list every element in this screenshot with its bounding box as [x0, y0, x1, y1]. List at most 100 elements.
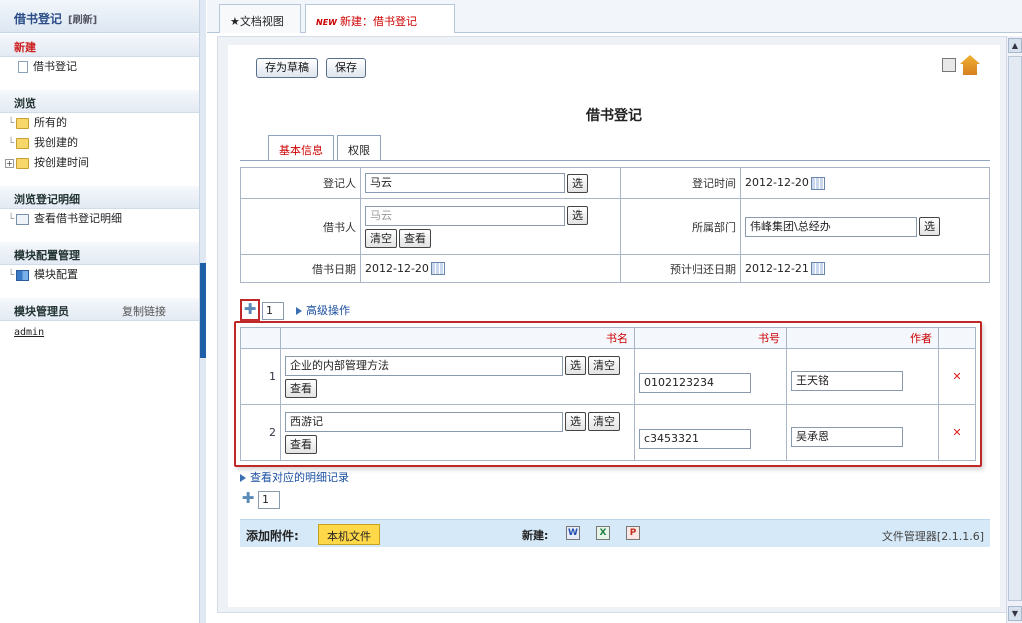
reg-time-label: 登记时间	[620, 167, 741, 199]
excel-icon[interactable]: X	[596, 526, 610, 540]
list-icon	[16, 213, 30, 225]
registrant-input[interactable]: 马云	[365, 173, 565, 193]
title-clear-button[interactable]: 清空	[588, 412, 620, 431]
dept-select-button[interactable]: 选	[919, 217, 940, 236]
section-detail: 浏览登记明细	[0, 185, 199, 209]
sidebar-item-new-borrow[interactable]: 借书登记	[0, 57, 199, 77]
row-count-input[interactable]: 1	[262, 302, 284, 320]
home-icon[interactable]	[960, 55, 980, 75]
top-icons	[938, 55, 980, 75]
advanced-link[interactable]: 高级操作	[306, 304, 350, 317]
word-icon[interactable]: W	[566, 526, 580, 540]
add-icon[interactable]: ✚	[240, 491, 256, 507]
detail-box: 书名 书号 作者 1 企业的内部管理方法选清空 查看 0102123234 王天铭…	[234, 321, 982, 467]
admin-user-link[interactable]: admin	[0, 321, 199, 338]
save-draft-button[interactable]: 存为草稿	[256, 58, 318, 78]
scroll-down-icon[interactable]: ▼	[1008, 606, 1022, 621]
splitter[interactable]	[200, 0, 206, 623]
add-icon: ✚	[243, 300, 257, 318]
return-date-label: 预计归还日期	[620, 254, 741, 283]
title-input[interactable]: 西游记	[285, 411, 563, 432]
calendar-icon[interactable]	[430, 262, 445, 276]
borrower-clear-button[interactable]: 清空	[365, 228, 397, 248]
content-frame: 存为草稿 保存 借书登记 基本信息 权限 登记人 马云选 登记时间 2012-12-…	[217, 36, 1008, 613]
title-view-button[interactable]: 查看	[285, 434, 317, 454]
row-count-input-bottom[interactable]: 1	[258, 491, 280, 509]
delete-icon[interactable]: ✕	[938, 404, 976, 461]
splitter-grip[interactable]	[200, 263, 206, 358]
return-date-value: 2012-12-21	[745, 261, 809, 275]
sidebar-item-mine[interactable]: └ 我创建的	[0, 133, 199, 153]
view-records-row: 查看对应的明细记录	[240, 469, 349, 485]
borrow-date-label: 借书日期	[240, 254, 361, 283]
detail-table: 书名 书号 作者 1 企业的内部管理方法选清空 查看 0102123234 王天铭…	[240, 327, 976, 461]
document-icon	[18, 61, 28, 73]
registrant-label: 登记人	[240, 167, 361, 199]
title-input[interactable]: 企业的内部管理方法	[285, 355, 563, 376]
col-title: 书名	[280, 327, 635, 349]
sidebar-item-all[interactable]: └ 所有的	[0, 113, 199, 133]
tab-new-borrow[interactable]: NEW 新建：借书登记	[305, 4, 455, 33]
sidebar-item-by-time[interactable]: + 按创建时间	[0, 153, 199, 173]
arrow-icon	[240, 474, 246, 482]
title-clear-button[interactable]: 清空	[588, 356, 620, 375]
folder-icon	[16, 117, 30, 129]
tab-doc-view[interactable]: ★文档视图	[219, 4, 301, 33]
add-row-button[interactable]: ✚	[240, 299, 260, 321]
sidebar: 借书登记 [刷新] 新建 借书登记 浏览 └ 所有的 └ 我创建的 + 按创建时间 浏览…	[0, 0, 200, 623]
borrower-view-button[interactable]: 查看	[399, 228, 431, 248]
section-module: 模块配置管理	[0, 241, 199, 265]
main-area: ★文档视图 NEW 新建：借书登记 存为草稿 保存 借书登记 基本信息 权限 登记人	[207, 0, 1022, 623]
detail-add-row-bottom: ✚ 1	[240, 491, 280, 509]
basic-info-table: 登记人 马云选 登记时间 2012-12-20 借书人 马云选清空 查看 所属部门…	[240, 167, 990, 283]
view-records-link[interactable]: 查看对应的明细记录	[250, 471, 349, 484]
calendar-icon[interactable]	[810, 262, 825, 276]
title-select-button[interactable]: 选	[565, 356, 586, 375]
expand-icon[interactable]: +	[5, 158, 14, 168]
local-file-button[interactable]: 本机文件	[318, 524, 380, 545]
tab-permission[interactable]: 权限	[337, 135, 381, 160]
borrower-input[interactable]: 马云	[365, 205, 565, 226]
section-browse: 浏览	[0, 89, 199, 113]
attach-label: 添加附件:	[246, 529, 299, 543]
new-badge: NEW	[316, 18, 337, 27]
title-select-button[interactable]: 选	[565, 412, 586, 431]
registrant-select-button[interactable]: 选	[567, 173, 588, 193]
form-toolbar: 存为草稿 保存	[256, 58, 374, 78]
scroll-up-icon[interactable]: ▲	[1008, 38, 1022, 53]
file-manager-version: 文件管理器[2.1.1.6]	[881, 530, 984, 543]
folder-icon	[16, 157, 29, 169]
col-author: 作者	[786, 327, 939, 349]
title-view-button[interactable]: 查看	[285, 378, 317, 398]
sidebar-item-module-config[interactable]: └ 模块配置	[0, 265, 199, 285]
print-icon[interactable]	[942, 58, 956, 72]
dept-input[interactable]: 伟峰集团\总经办	[745, 216, 917, 237]
sidebar-header: 借书登记 [刷新]	[0, 0, 199, 33]
author-input[interactable]: 吴承恩	[791, 426, 903, 447]
isbn-input[interactable]: c3453321	[639, 428, 751, 449]
table-row: 1 企业的内部管理方法选清空 查看 0102123234 王天铭 ✕	[240, 348, 976, 405]
delete-icon[interactable]: ✕	[938, 348, 976, 405]
vertical-scrollbar[interactable]: ▲ ▼	[1006, 36, 1022, 623]
powerpoint-icon[interactable]: P	[626, 526, 640, 540]
col-isbn: 书号	[634, 327, 787, 349]
dept-label: 所属部门	[620, 198, 741, 255]
page-title: 借书登记	[586, 108, 642, 124]
refresh-link[interactable]: [刷新]	[68, 15, 97, 26]
folder-icon	[16, 137, 30, 149]
arrow-icon	[296, 307, 302, 315]
form-tabs: 基本信息 权限	[268, 135, 384, 160]
tab-basic-info[interactable]: 基本信息	[268, 135, 334, 160]
config-icon	[16, 269, 30, 281]
section-admin: 模块管理员 复制链接	[0, 297, 199, 321]
save-button[interactable]: 保存	[326, 58, 366, 78]
copy-link[interactable]: 复制链接	[122, 303, 166, 319]
author-input[interactable]: 王天铭	[791, 370, 903, 391]
calendar-icon[interactable]	[810, 176, 825, 190]
sidebar-item-view-detail[interactable]: └ 查看借书登记明细	[0, 209, 199, 229]
borrower-select-button[interactable]: 选	[567, 206, 588, 225]
borrower-label: 借书人	[240, 198, 361, 255]
scroll-thumb[interactable]	[1008, 56, 1022, 601]
isbn-input[interactable]: 0102123234	[639, 372, 751, 393]
new-label: 新建:	[522, 529, 549, 542]
